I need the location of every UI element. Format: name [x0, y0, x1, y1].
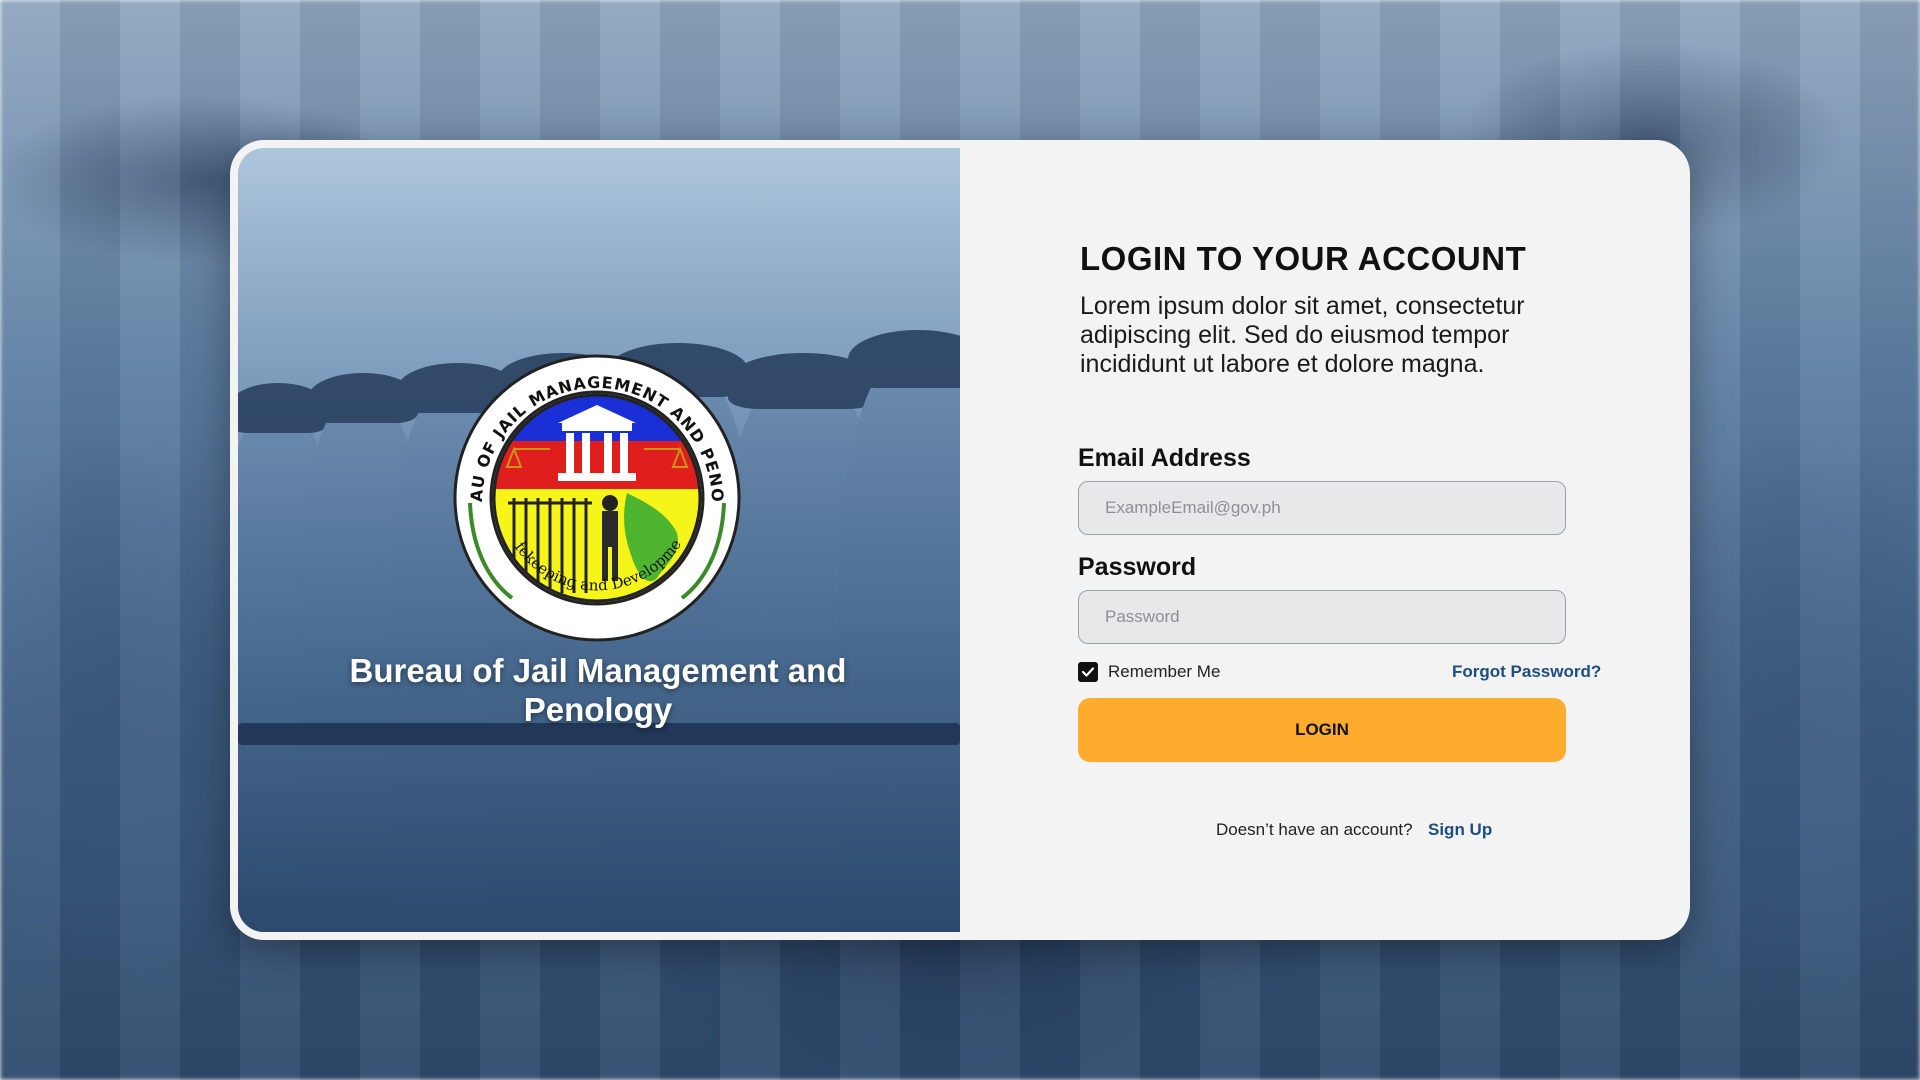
agency-name: Bureau of Jail Management and Penology	[349, 652, 847, 728]
login-title: LOGIN TO YOUR ACCOUNT	[1080, 240, 1527, 277]
signup-prompt: Doesn’t have an account?	[1216, 820, 1413, 839]
email-label: Email Address	[1078, 444, 1251, 472]
login-description: Lorem ipsum dolor sit amet, consectetur …	[1080, 292, 1525, 378]
login-card: BUREAU OF JAIL MANAGEMENT AND PENOLOGY S…	[230, 140, 1690, 940]
password-field[interactable]	[1078, 590, 1566, 644]
email-field[interactable]	[1078, 481, 1566, 535]
remember-me-label: Remember Me	[1108, 662, 1221, 681]
brand-panel: BUREAU OF JAIL MANAGEMENT AND PENOLOGY S…	[238, 148, 960, 932]
forgot-password-link[interactable]: Forgot Password?	[1452, 662, 1601, 682]
login-button[interactable]: LOGIN	[1078, 698, 1566, 762]
agency-seal-logo: BUREAU OF JAIL MANAGEMENT AND PENOLOGY S…	[452, 353, 741, 642]
remember-me-row: Remember Me	[1078, 660, 1220, 684]
login-panel: LOGIN TO YOUR ACCOUNT Lorem ipsum dolor …	[960, 140, 1690, 940]
sign-up-link[interactable]: Sign Up	[1428, 820, 1492, 840]
password-label: Password	[1078, 553, 1197, 581]
remember-me-checkbox[interactable]	[1078, 662, 1098, 682]
check-icon	[1081, 667, 1095, 677]
